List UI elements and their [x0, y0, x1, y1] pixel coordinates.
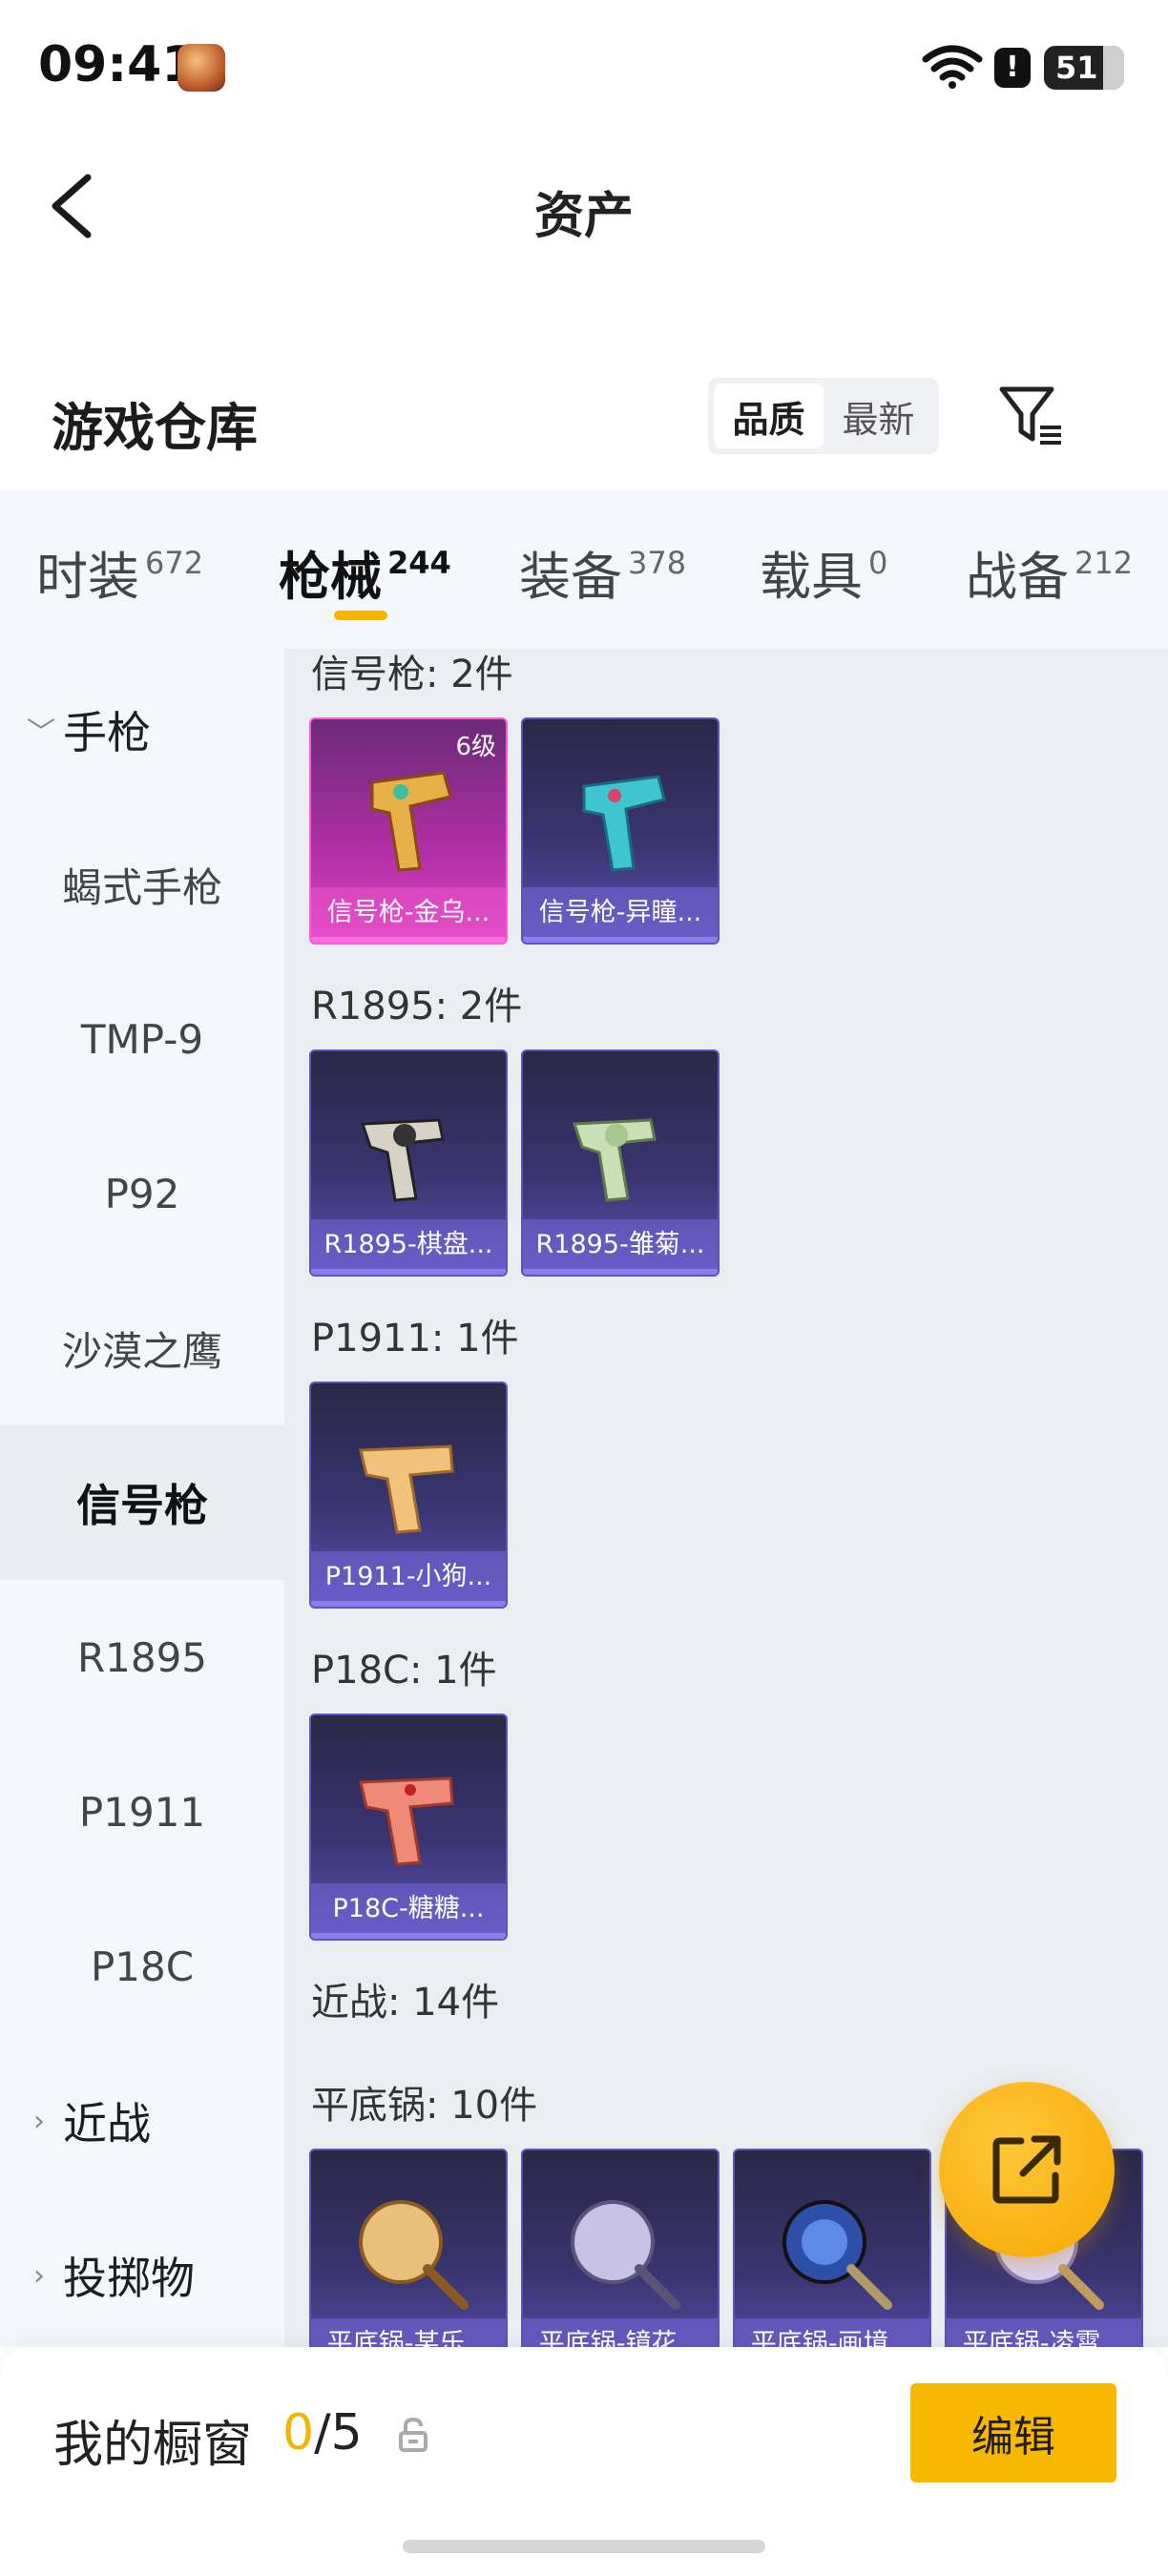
showcase-current: 0 — [282, 2404, 315, 2462]
tab-count: 0 — [868, 545, 888, 581]
tab-firearms[interactable]: 枪械 244 — [279, 534, 451, 610]
pistol-puppy-icon — [359, 1444, 454, 1534]
item-card[interactable]: P18C-糖糖... — [309, 1714, 508, 1941]
home-indicator — [403, 2540, 765, 2553]
warehouse-title: 游戏仓库 — [52, 398, 258, 458]
lock-icon — [399, 2417, 428, 2452]
revolver-daisy-icon — [572, 1118, 657, 1202]
sort-toggle: 品质 最新 — [708, 378, 939, 454]
sidebar-item-flare-gun[interactable]: 信号枪 — [0, 1425, 284, 1580]
filter-icon[interactable] — [998, 384, 1065, 447]
sidebar-group-melee[interactable]: › 近战 — [0, 2044, 284, 2198]
tab-count: 212 — [1074, 545, 1134, 581]
share-icon — [992, 2135, 1061, 2204]
rarity-line — [311, 1601, 506, 1607]
tab-supplies[interactable]: 战备 212 — [966, 534, 1133, 610]
showcase-total: /5 — [314, 2404, 363, 2462]
section-label-flare: 信号枪: 2件 — [311, 653, 513, 696]
rarity-line — [311, 1933, 506, 1939]
tab-count: 378 — [628, 545, 687, 581]
active-tab-indicator — [334, 611, 387, 620]
rarity-line — [523, 937, 718, 943]
sort-quality-button[interactable]: 品质 — [714, 384, 824, 448]
section-label-p18c: P18C: 1件 — [311, 1649, 497, 1693]
flare-gun-gold-icon — [370, 771, 452, 872]
item-card[interactable]: 平底锅-某乐... — [309, 2149, 508, 2347]
flare-gun-teal-icon — [582, 775, 666, 872]
sidebar-item-tmp9[interactable]: TMP-9 — [0, 962, 284, 1116]
sidebar-item-p18c[interactable]: P18C — [0, 1889, 284, 2044]
pan-gold-icon — [359, 2200, 469, 2310]
tab-vehicles[interactable]: 载具 0 — [760, 534, 887, 610]
tab-label: 枪械 — [279, 547, 382, 607]
item-card[interactable]: 信号枪-异瞳... — [521, 717, 720, 945]
subcategory-sidebar: ﹀ 手枪 蝎式手枪 TMP-9 P92 沙漠之鹰 信号枪 R1895 P1911 … — [0, 649, 284, 2347]
tab-label: 载具 — [760, 547, 863, 607]
item-name: 信号枪-金乌... — [311, 887, 506, 943]
rarity-line — [311, 937, 506, 943]
item-name: 平底锅-某乐... — [311, 2318, 506, 2347]
item-name: 平底锅-凌霄... — [947, 2318, 1141, 2347]
sidebar-group-label: 手枪 — [63, 707, 151, 758]
item-name: P1911-小狗... — [311, 1551, 506, 1607]
rarity-line — [523, 1269, 718, 1275]
tab-count: 244 — [387, 545, 451, 581]
tab-fashion[interactable]: 时装 672 — [36, 534, 203, 610]
sidebar-group-throwables[interactable]: › 投掷物 — [0, 2198, 284, 2353]
sidebar-item-scorpion[interactable]: 蝎式手枪 — [0, 807, 284, 962]
battery-level: 51 — [1055, 50, 1098, 86]
tab-label: 战备 — [966, 547, 1069, 607]
item-card[interactable]: 6级 信号枪-金乌... — [309, 717, 508, 945]
pan-painting-icon — [782, 2200, 892, 2310]
item-name: R1895-棋盘... — [311, 1219, 506, 1275]
item-card[interactable]: 平底锅-镜花... — [521, 2149, 720, 2347]
sidebar-group-label: 投掷物 — [63, 2253, 195, 2304]
pistol-candy-icon — [359, 1776, 454, 1866]
tab-label: 装备 — [519, 547, 622, 607]
share-button[interactable] — [939, 2082, 1115, 2257]
edit-button[interactable]: 编辑 — [910, 2383, 1116, 2483]
page-title: 资产 — [533, 188, 634, 245]
game-app-icon — [177, 44, 225, 92]
status-time: 09:41 — [38, 36, 197, 93]
sidebar-item-desert-eagle[interactable]: 沙漠之鹰 — [0, 1271, 284, 1425]
sidebar-item-p92[interactable]: P92 — [0, 1116, 284, 1271]
sidebar-group-label: 近战 — [63, 2098, 151, 2150]
alert-icon: ! — [994, 48, 1031, 88]
item-card[interactable]: R1895-棋盘... — [309, 1049, 508, 1277]
sidebar-item-r1895[interactable]: R1895 — [0, 1580, 284, 1735]
showcase-label: 我的橱窗 — [53, 2417, 253, 2474]
section-label-pan: 平底锅: 10件 — [311, 2084, 538, 2128]
tab-label: 时装 — [36, 547, 139, 607]
item-name: 平底锅-画境... — [735, 2318, 929, 2347]
section-label-r1895: R1895: 2件 — [311, 985, 523, 1028]
item-name: 信号枪-异瞳... — [523, 887, 718, 943]
sidebar-group-pistol[interactable]: ﹀ 手枪 — [0, 653, 284, 807]
pan-flower-icon — [571, 2200, 680, 2310]
item-card[interactable]: 平底锅-画境... — [733, 2149, 931, 2347]
section-label-melee: 近战: 14件 — [311, 1981, 500, 2025]
tab-count: 672 — [145, 545, 204, 581]
chevron-down-icon: ﹀ — [27, 717, 55, 750]
sort-latest-button[interactable]: 最新 — [824, 384, 933, 448]
item-card[interactable]: P1911-小狗... — [309, 1381, 508, 1609]
chevron-right-icon: › — [33, 2104, 45, 2138]
revolver-checker-icon — [360, 1118, 445, 1202]
level-badge: 6级 — [455, 733, 496, 761]
sidebar-item-p1911[interactable]: P1911 — [0, 1735, 284, 1889]
item-name: 平底锅-镜花... — [523, 2318, 718, 2347]
wifi-icon — [922, 45, 983, 89]
item-card[interactable]: R1895-雏菊... — [521, 1049, 720, 1277]
section-label-p1911: P1911: 1件 — [311, 1317, 519, 1361]
battery-icon: 51 — [1044, 46, 1124, 90]
showcase-count: 0/5 — [282, 2404, 363, 2462]
item-name: R1895-雏菊... — [523, 1219, 718, 1275]
chevron-right-icon: › — [33, 2258, 45, 2293]
tab-equipment[interactable]: 装备 378 — [519, 534, 686, 610]
item-name: P18C-糖糖... — [311, 1883, 506, 1939]
rarity-line — [311, 1269, 506, 1275]
